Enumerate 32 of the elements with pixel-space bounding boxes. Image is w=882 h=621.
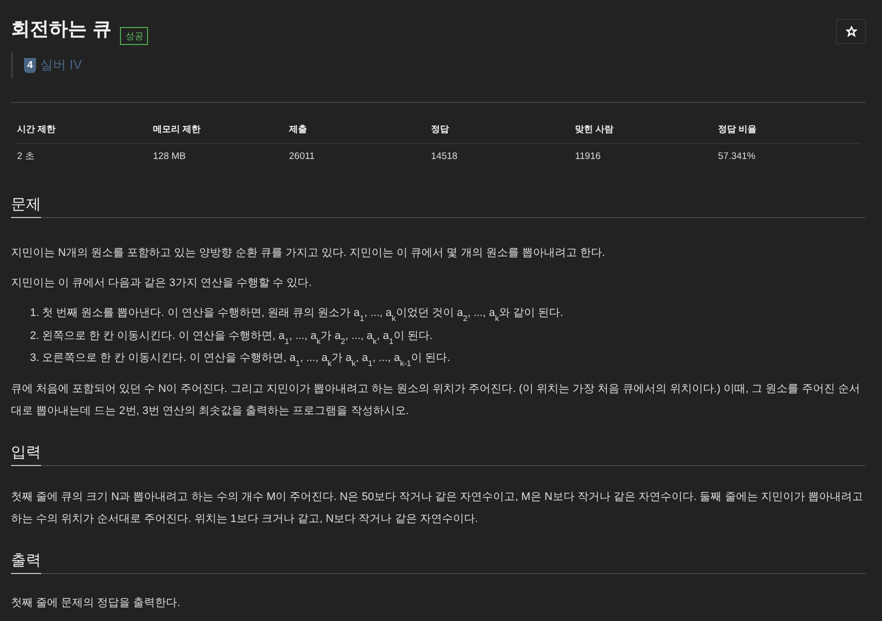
section-heading: 출력 <box>11 550 41 574</box>
result-badge: 성공 <box>120 27 148 45</box>
table-cell-text: 2 초 <box>17 150 36 164</box>
paragraph: 첫째 줄에 큐의 크기 N과 뽑아내려고 하는 수의 개수 M이 주어진다. N은 50보다 작거나 같은 자연수이고, M은 N보다 작거나 같은 자연수이다. 둘째 줄에는 지민이가 뽑아내려고 하는 수의 위치가 순서대로 주어진다. 위치는 1보다 크거나 같고, N보다 작거나 같은 자연수이다. <box>11 490 864 526</box>
column-header: 맞힌 사람 <box>575 122 615 136</box>
tier-badge: 4 <box>24 58 36 72</box>
column-header: 시간 제한 <box>17 122 57 136</box>
problem-title: 회전하는 큐 <box>11 18 112 42</box>
list-item-text: 왼쪽으로 한 칸 이동시킨다. 이 연산을 수행하면, a$_{1}$, ..., a$_{k}$가 a$_{2}$, ..., a$_{k}$, a$_{1}$이 된다. <box>42 328 433 347</box>
column-header: 정답 비율 <box>718 122 758 136</box>
star-icon <box>846 26 856 37</box>
table-cell-text: 128 MB <box>153 150 187 164</box>
table-cell-text: 14518 <box>431 150 458 164</box>
paragraph: 큐에 처음에 포함되어 있던 수 N이 주어진다. 그리고 지민이가 뽑아내려고 하는 원소의 위치가 주어진다. (이 위치는 가장 처음 큐에서의 위치이다.) 이때, 그 원소를 주어진 순서대로 뽑아내는데 드는 2번, 3번 연산의 최솟값을 출력하는 프로그램을 작성하시오. <box>11 382 861 418</box>
section-heading: 입력 <box>11 442 41 466</box>
column-header: 메모리 제한 <box>153 122 202 136</box>
list-number: 1. <box>30 306 40 321</box>
table-cell-text: 57.341% <box>718 150 757 164</box>
paragraph: 첫째 줄에 문제의 정답을 출력한다. <box>11 596 182 610</box>
column-header: 정답 <box>431 122 450 136</box>
list-number: 2. <box>30 328 40 344</box>
section-heading: 문제 <box>11 195 41 218</box>
column-header: 제출 <box>289 122 308 136</box>
list-item-text: 첫 번째 원소를 뽑아낸다. 이 연산을 수행하면, 원래 큐의 원소가 a$_{1}$, ..., a$_{k}$이었던 것이 a$_{2}$, ..., a$_{k}$와 같이 된다. <box>42 306 564 324</box>
list-number: 3. <box>30 351 40 366</box>
list-item-text: 오른쪽으로 한 칸 이동시킨다. 이 연산을 수행하면, a$_{1}$, ..., a$_{k}$가 a$_{k}$, a$_{1}$, ..., a$_{k-1}$이 된다. <box>42 351 450 370</box>
paragraph: 지민이는 이 큐에서 다음과 같은 3가지 연산을 수행할 수 있다. <box>11 276 313 291</box>
table-cell-text: 26011 <box>289 150 316 164</box>
paragraph: 지민이는 N개의 원소를 포함하고 있는 양방향 순환 큐를 가지고 있다. 지민이는 이 큐에서 몇 개의 원소를 뽑아내려고 한다. <box>11 246 606 261</box>
tier-label: 실버 IV <box>40 56 82 74</box>
star-button[interactable] <box>836 19 866 44</box>
table-cell-text: 11916 <box>575 150 602 164</box>
